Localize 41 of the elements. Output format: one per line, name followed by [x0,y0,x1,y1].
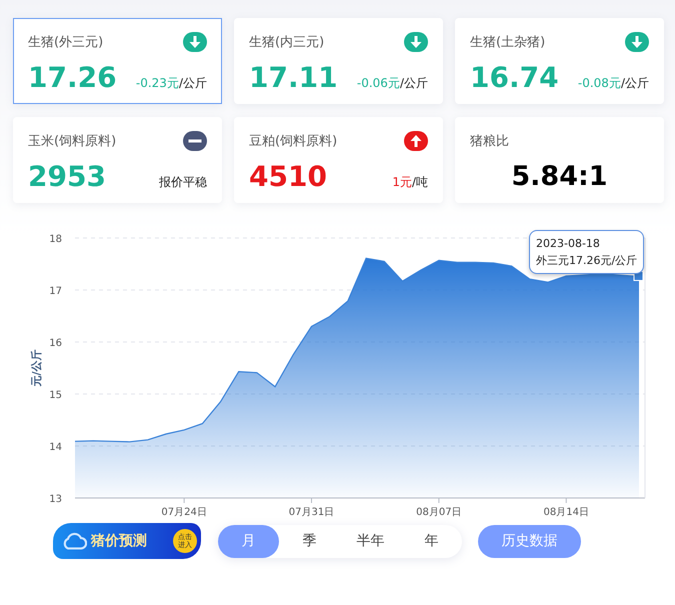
price-card[interactable]: 生猪(土杂猪) 16.74 -0.08元/公斤 [455,18,664,104]
price-value: 17.11 [249,61,338,95]
y-tick-label: 18 [49,234,62,245]
price-card[interactable]: 生猪(外三元) 17.26 -0.23元/公斤 [13,18,222,104]
price-card[interactable]: 生猪(内三元) 17.11 -0.06元/公斤 [234,18,443,104]
x-tick-label: 07月31日 [288,507,334,518]
price-value: 17.26 [28,61,117,95]
x-tick-label: 08月07日 [416,507,462,518]
tooltip-date: 2023-08-18 [536,236,601,252]
price-value: 4510 [249,160,327,194]
price-change: 1元/吨 [392,174,428,191]
price-change: 报价平稳 [159,174,207,191]
x-tick-label: 08月14日 [544,507,589,518]
card-label: 豆粕(饲料原料) [249,133,338,150]
y-tick-label: 17 [49,286,62,297]
price-change: -0.06元/公斤 [356,75,428,92]
y-tick-label: 16 [49,338,62,349]
card-label: 生猪(外三元) [28,34,104,51]
card-label: 猪粮比 [470,133,509,150]
price-value: 5.84:1 [511,160,608,194]
y-tick-label: 13 [49,494,62,505]
x-tick-label: 07月24日 [161,507,207,518]
y-tick-label: 14 [49,442,62,453]
y-tick-label: 15 [49,390,62,401]
y-axis-label: 元/公斤 [30,349,43,387]
price-value: 16.74 [470,61,559,95]
card-label: 生猪(土杂猪) [470,34,546,51]
price-change: -0.08元/公斤 [578,75,649,92]
period-tab[interactable]: 年 [401,524,462,558]
minus-icon [183,131,207,151]
price-card[interactable]: 玉米(饲料原料) 2953 报价平稳 [13,117,222,203]
card-label: 生猪(内三元) [249,34,324,51]
card-label: 玉米(饲料原料) [28,133,116,150]
price-value: 2953 [28,160,106,194]
cloud-icon [61,530,87,552]
price-card[interactable]: 豆粕(饲料原料) 4510 1元/吨 [234,117,443,203]
period-tab[interactable]: 季 [279,524,340,558]
period-tab[interactable]: 半年 [340,524,401,558]
tooltip-value: 外三元17.26元/公斤 [536,253,638,269]
price-change: -0.23元/公斤 [136,75,207,92]
price-card[interactable]: 猪粮比 5.84:1 [455,117,664,203]
